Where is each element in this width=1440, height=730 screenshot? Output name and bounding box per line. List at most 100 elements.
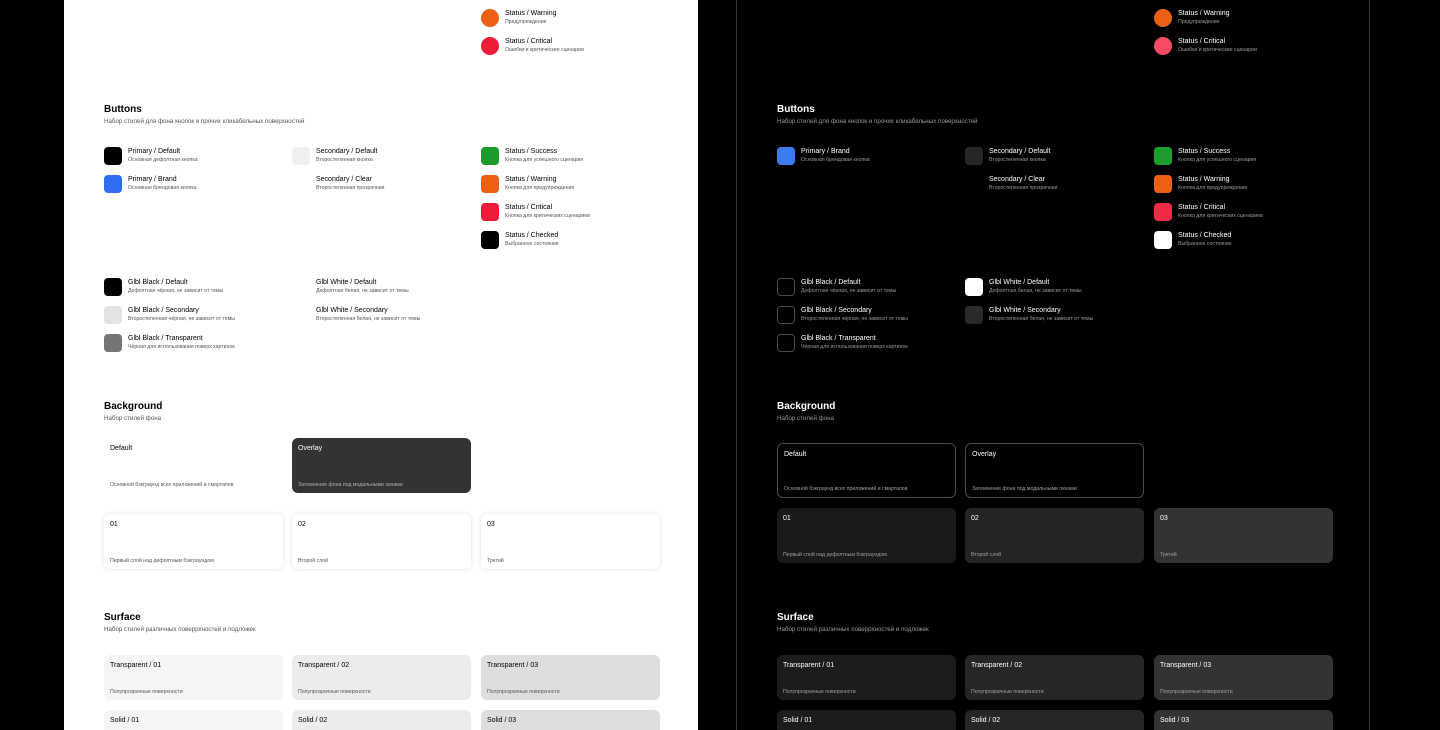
- card-desc: Полупрозрачные поверхности: [971, 689, 1044, 695]
- card-desc: Полупрозрачные поверхности: [1160, 689, 1233, 695]
- token-status-checked[interactable]: Status / Checked Выбранное состояние: [1154, 231, 1232, 249]
- bg-card-01[interactable]: 01 Первый слой над дефолтным бэкграундом: [104, 514, 283, 569]
- surface-card-solid-03[interactable]: Solid / 03: [1154, 710, 1333, 730]
- surface-card-transparent-03[interactable]: Transparent / 03 Полупрозрачные поверхно…: [481, 655, 660, 700]
- token-name: Status / Success: [1178, 148, 1231, 155]
- surface-card-transparent-03[interactable]: Transparent / 03 Полупрозрачные поверхно…: [1154, 655, 1333, 700]
- token-glbl-white-default[interactable]: Glbl White / Default Дефолтная белая, не …: [292, 278, 409, 296]
- card-title: 02: [971, 515, 979, 522]
- token-glbl-white-default[interactable]: Glbl White / Default Дефолтная белая, не …: [965, 278, 1082, 296]
- token-glbl-black-default[interactable]: Glbl Black / Default Дефолтная чёрная, не…: [777, 278, 896, 296]
- token-name: Primary / Default: [128, 148, 181, 155]
- surface-card-transparent-02[interactable]: Transparent / 02 Полупрозрачные поверхно…: [292, 655, 471, 700]
- token-status-critical[interactable]: Status / Critical Кнопка для критических …: [1154, 203, 1263, 221]
- token-secondary-clear[interactable]: Secondary / Clear Второстепенная прозрачн…: [965, 175, 1057, 193]
- card-title: Transparent / 02: [298, 662, 350, 669]
- token-secondary-clear[interactable]: Secondary / Clear Второстепенная прозрачн…: [292, 175, 384, 193]
- surface-card-solid-02[interactable]: Solid / 02: [292, 710, 471, 730]
- token-name: Status / Checked: [505, 232, 559, 239]
- section-title-surface: Surface: [104, 612, 141, 623]
- card-title: Solid / 01: [110, 717, 140, 724]
- token-name: Status / Warning: [1178, 10, 1230, 17]
- token-desc: Ошибки и критические сценарии: [505, 47, 584, 53]
- card-title: 03: [1160, 515, 1168, 522]
- card-desc: Полупрозрачные поверхности: [783, 689, 856, 695]
- token-desc: Дефолтная чёрная, не зависит от темы: [128, 288, 224, 294]
- token-name: Glbl Black / Default: [801, 279, 861, 286]
- token-name: Glbl White / Secondary: [316, 307, 388, 314]
- token-primary-default[interactable]: Primary / Default Основная дефолтная кноп…: [104, 147, 198, 165]
- status-warning-item[interactable]: Status / Warning Предупреждение: [481, 9, 557, 27]
- token-secondary-default[interactable]: Secondary / Default Второстепенная кнопка: [292, 147, 377, 165]
- surface-card-solid-03[interactable]: Solid / 03: [481, 710, 660, 730]
- token-status-warning[interactable]: Status / Warning Кнопка для предупреждени…: [1154, 175, 1247, 193]
- bg-card-03[interactable]: 03 Третий: [481, 514, 660, 569]
- card-desc: Полупрозрачные поверхности: [110, 689, 183, 695]
- surface-card-solid-01[interactable]: Solid / 01: [104, 710, 283, 730]
- token-status-checked[interactable]: Status / Checked Выбранное состояние: [481, 231, 559, 249]
- token-glbl-black-secondary[interactable]: Glbl Black / Secondary Второстепенная чёр…: [777, 306, 908, 324]
- card-title: Solid / 03: [1160, 717, 1190, 724]
- token-glbl-black-secondary[interactable]: Glbl Black / Secondary Второстепенная чёр…: [104, 306, 235, 324]
- token-primary-brand[interactable]: Primary / Brand Основная брендовая кнопка: [104, 175, 197, 193]
- token-glbl-white-secondary[interactable]: Glbl White / Secondary Второстепенная бел…: [292, 306, 420, 324]
- token-name: Glbl Black / Secondary: [801, 307, 872, 314]
- card-desc: Третий: [487, 558, 504, 564]
- card-desc: Первый слой над дефолтным бэкграундом: [110, 558, 214, 564]
- token-desc: Кнопка для критических сценариев: [1178, 213, 1263, 219]
- token-name: Glbl Black / Secondary: [128, 307, 199, 314]
- color-swatch: [104, 278, 122, 296]
- token-glbl-black-transparent[interactable]: Glbl Black / Transparent Чёрная для испол…: [777, 334, 908, 352]
- token-name: Primary / Brand: [801, 148, 850, 155]
- token-desc: Второстепенная чёрная, не зависит от тем…: [801, 316, 909, 322]
- section-subtitle-surface: Набор стилей различных поверрхностей и п…: [104, 626, 256, 633]
- color-swatch: [481, 231, 499, 249]
- color-swatch: [481, 147, 499, 165]
- token-status-warning[interactable]: Status / Warning Кнопка для предупреждени…: [481, 175, 574, 193]
- bg-card-overlay[interactable]: Overlay Затемнение фона под модальными о…: [292, 438, 471, 493]
- token-name: Status / Success: [505, 148, 558, 155]
- token-status-success[interactable]: Status / Success Кнопка для успешного сце…: [481, 147, 583, 165]
- surface-card-solid-01[interactable]: Solid / 01: [777, 710, 956, 730]
- token-secondary-default[interactable]: Secondary / Default Второстепенная кнопка: [965, 147, 1050, 165]
- bg-card-default[interactable]: Default Основной бэкграунд всех приложен…: [104, 438, 283, 493]
- section-title-buttons: Buttons: [777, 104, 815, 115]
- token-name: Glbl White / Secondary: [989, 307, 1061, 314]
- card-title: 03: [487, 521, 495, 528]
- critical-swatch: [1154, 37, 1172, 55]
- bg-card-02[interactable]: 02 Второй слой: [292, 514, 471, 569]
- bg-card-default[interactable]: Default Основной бэкграунд всех приложен…: [777, 443, 956, 498]
- token-glbl-white-secondary[interactable]: Glbl White / Secondary Второстепенная бел…: [965, 306, 1093, 324]
- status-warning-item[interactable]: Status / Warning Предупреждение: [1154, 9, 1230, 27]
- status-critical-item[interactable]: Status / Critical Ошибки и критические сц…: [481, 37, 584, 55]
- card-desc: Второй слой: [298, 558, 329, 564]
- card-desc: Первый слой над дефолтным бэкграундом: [783, 552, 887, 558]
- card-title: Transparent / 01: [110, 662, 162, 669]
- token-name: Glbl Black / Transparent: [801, 335, 876, 342]
- card-title: Default: [784, 451, 807, 458]
- color-swatch: [1154, 175, 1172, 193]
- token-glbl-black-transparent[interactable]: Glbl Black / Transparent Чёрная для испол…: [104, 334, 235, 352]
- surface-card-solid-02[interactable]: Solid / 02: [965, 710, 1144, 730]
- token-name: Primary / Brand: [128, 176, 177, 183]
- card-desc: Третий: [1160, 552, 1177, 558]
- bg-card-02[interactable]: 02 Второй слой: [965, 508, 1144, 563]
- surface-card-transparent-01[interactable]: Transparent / 01 Полупрозрачные поверхно…: [777, 655, 956, 700]
- token-status-critical[interactable]: Status / Critical Кнопка для критических …: [481, 203, 590, 221]
- bg-card-01[interactable]: 01 Первый слой над дефолтным бэкграундом: [777, 508, 956, 563]
- token-name: Status / Critical: [505, 38, 553, 45]
- status-critical-item[interactable]: Status / Critical Ошибки и критические сц…: [1154, 37, 1257, 55]
- token-name: Glbl Black / Default: [128, 279, 188, 286]
- token-primary-brand[interactable]: Primary / Brand Основная брендовая кнопка: [777, 147, 870, 165]
- token-name: Glbl White / Default: [316, 279, 377, 286]
- surface-card-transparent-01[interactable]: Transparent / 01 Полупрозрачные поверхно…: [104, 655, 283, 700]
- critical-swatch: [481, 37, 499, 55]
- surface-card-transparent-02[interactable]: Transparent / 02 Полупрозрачные поверхно…: [965, 655, 1144, 700]
- section-subtitle-background: Набор стилей фона: [777, 415, 835, 422]
- bg-card-overlay[interactable]: Overlay Затемнение фона под модальными о…: [965, 443, 1144, 498]
- color-swatch: [965, 147, 983, 165]
- token-glbl-black-default[interactable]: Glbl Black / Default Дефолтная чёрная, не…: [104, 278, 223, 296]
- color-swatch: [481, 175, 499, 193]
- bg-card-03[interactable]: 03 Третий: [1154, 508, 1333, 563]
- token-status-success[interactable]: Status / Success Кнопка для успешного сце…: [1154, 147, 1256, 165]
